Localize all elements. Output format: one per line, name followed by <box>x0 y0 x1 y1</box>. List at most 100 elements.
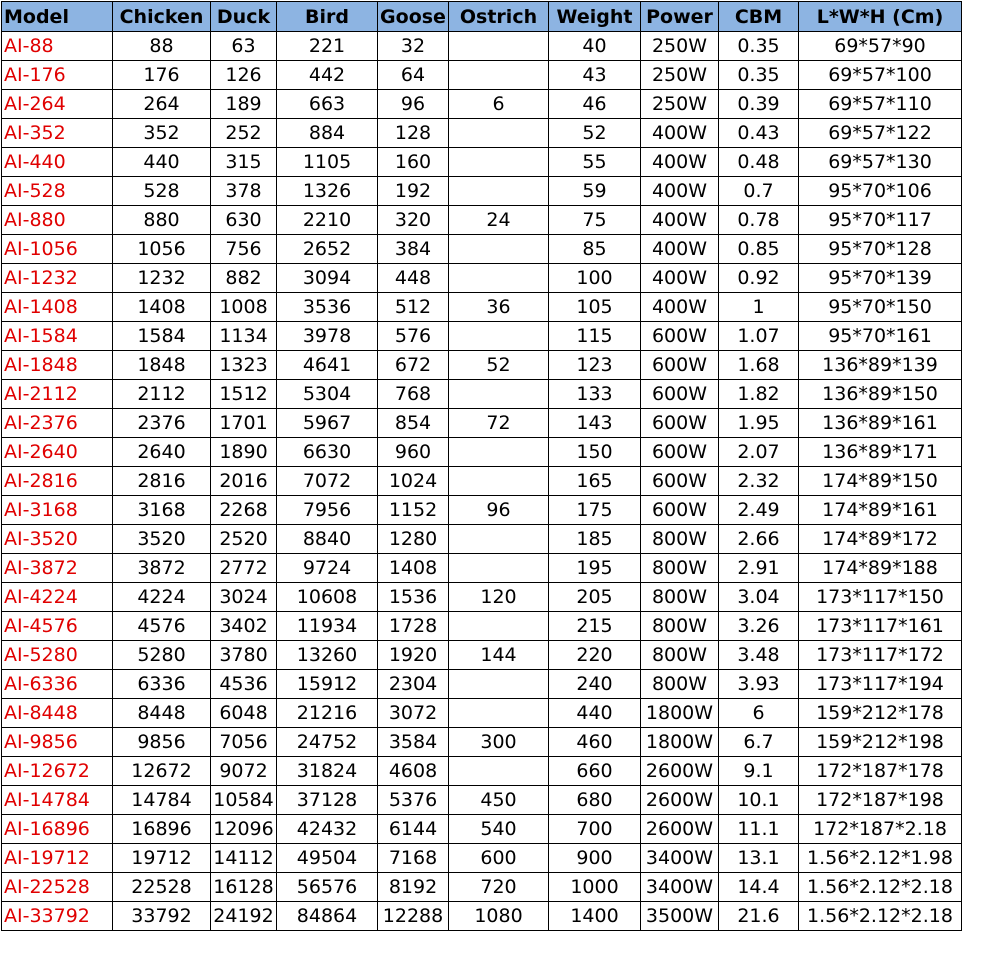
weight-cell: 40 <box>548 31 641 61</box>
cbm-cell: 0.78 <box>718 205 799 235</box>
table-row: AI-33792 33792 24192 84864 12288 1080 1400 3500… <box>1 901 962 931</box>
dimensions-cell: 95*70*150 <box>798 292 962 322</box>
duck-cell: 24192 <box>210 901 277 931</box>
goose-cell: 96 <box>377 89 449 119</box>
dimensions-cell: 172*187*178 <box>798 756 962 786</box>
chicken-cell: 8448 <box>112 698 211 728</box>
power-cell: 2600W <box>640 756 719 786</box>
header-row: Model Chicken Duck Bird Goose Ostrich We… <box>1 1 962 32</box>
duck-cell: 1134 <box>210 321 277 351</box>
table-row: AI-2112 2112 1512 5304 768 133 600W 1.82 136*89*… <box>1 379 962 409</box>
goose-cell: 1280 <box>377 524 449 554</box>
model-cell: AI-14784 <box>1 785 113 815</box>
duck-cell: 12096 <box>210 814 277 844</box>
bird-cell: 10608 <box>276 582 378 612</box>
ostrich-cell <box>448 234 549 264</box>
power-cell: 600W <box>640 466 719 496</box>
goose-cell: 384 <box>377 234 449 264</box>
bird-cell: 15912 <box>276 669 378 699</box>
table-row: AI-1584 1584 1134 3978 576 115 600W 1.07 95*70*1… <box>1 321 962 351</box>
goose-cell: 12288 <box>377 901 449 931</box>
table-row: AI-4224 4224 3024 10608 1536 120 205 800W 3.04 17… <box>1 582 962 612</box>
weight-cell: 165 <box>548 466 641 496</box>
dimensions-cell: 69*57*90 <box>798 31 962 61</box>
bird-cell: 42432 <box>276 814 378 844</box>
ostrich-cell: 24 <box>448 205 549 235</box>
goose-cell: 768 <box>377 379 449 409</box>
duck-cell: 7056 <box>210 727 277 757</box>
chicken-cell: 1408 <box>112 292 211 322</box>
table-row: AI-880 880 630 2210 320 24 75 400W 0.78 95*70*117 <box>1 205 962 235</box>
chicken-cell: 264 <box>112 89 211 119</box>
chicken-cell: 12672 <box>112 756 211 786</box>
table-row: AI-22528 22528 16128 56576 8192 720 1000 3400W 1… <box>1 872 962 902</box>
dimensions-cell: 159*212*178 <box>798 698 962 728</box>
dimensions-cell: 174*89*188 <box>798 553 962 583</box>
table-row: AI-14784 14784 10584 37128 5376 450 680 2600W 10… <box>1 785 962 815</box>
table-row: AI-176 176 126 442 64 43 250W 0.35 69*57*100 <box>1 60 962 90</box>
column-header-ostrich: Ostrich <box>448 1 549 32</box>
dimensions-cell: 69*57*100 <box>798 60 962 90</box>
ostrich-cell: 120 <box>448 582 549 612</box>
cbm-cell: 3.93 <box>718 669 799 699</box>
goose-cell: 5376 <box>377 785 449 815</box>
model-cell: AI-528 <box>1 176 113 206</box>
chicken-cell: 6336 <box>112 669 211 699</box>
ostrich-cell: 6 <box>448 89 549 119</box>
ostrich-cell <box>448 466 549 496</box>
dimensions-cell: 136*89*171 <box>798 437 962 467</box>
goose-cell: 160 <box>377 147 449 177</box>
bird-cell: 37128 <box>276 785 378 815</box>
table-row: AI-1848 1848 1323 4641 672 52 123 600W 1.68 136*8… <box>1 350 962 380</box>
power-cell: 800W <box>640 582 719 612</box>
table-row: AI-3872 3872 2772 9724 1408 195 800W 2.91 174*89… <box>1 553 962 583</box>
cbm-cell: 0.48 <box>718 147 799 177</box>
cbm-cell: 2.32 <box>718 466 799 496</box>
cbm-cell: 11.1 <box>718 814 799 844</box>
ostrich-cell: 540 <box>448 814 549 844</box>
model-cell: AI-6336 <box>1 669 113 699</box>
model-cell: AI-1848 <box>1 350 113 380</box>
goose-cell: 448 <box>377 263 449 293</box>
ostrich-cell: 144 <box>448 640 549 670</box>
duck-cell: 63 <box>210 31 277 61</box>
bird-cell: 11934 <box>276 611 378 641</box>
dimensions-cell: 69*57*122 <box>798 118 962 148</box>
bird-cell: 9724 <box>276 553 378 583</box>
power-cell: 600W <box>640 350 719 380</box>
model-cell: AI-12672 <box>1 756 113 786</box>
weight-cell: 143 <box>548 408 641 438</box>
chicken-cell: 2640 <box>112 437 211 467</box>
model-cell: AI-19712 <box>1 843 113 873</box>
dimensions-cell: 1.56*2.12*1.98 <box>798 843 962 873</box>
chicken-cell: 4576 <box>112 611 211 641</box>
power-cell: 600W <box>640 379 719 409</box>
table-row: AI-12672 12672 9072 31824 4608 660 2600W 9.1 172… <box>1 756 962 786</box>
duck-cell: 4536 <box>210 669 277 699</box>
model-cell: AI-4224 <box>1 582 113 612</box>
power-cell: 400W <box>640 292 719 322</box>
dimensions-cell: 172*187*198 <box>798 785 962 815</box>
table-row: AI-2816 2816 2016 7072 1024 165 600W 2.32 174*89… <box>1 466 962 496</box>
ostrich-cell <box>448 263 549 293</box>
model-cell: AI-33792 <box>1 901 113 931</box>
goose-cell: 1536 <box>377 582 449 612</box>
duck-cell: 1323 <box>210 350 277 380</box>
weight-cell: 220 <box>548 640 641 670</box>
power-cell: 800W <box>640 640 719 670</box>
column-header-duck: Duck <box>210 1 277 32</box>
model-cell: AI-2112 <box>1 379 113 409</box>
model-cell: AI-3520 <box>1 524 113 554</box>
column-header-goose: Goose <box>377 1 449 32</box>
power-cell: 2600W <box>640 785 719 815</box>
duck-cell: 882 <box>210 263 277 293</box>
table-row: AI-8448 8448 6048 21216 3072 440 1800W 6 159*212… <box>1 698 962 728</box>
table-row: AI-16896 16896 12096 42432 6144 540 700 2600W 11… <box>1 814 962 844</box>
power-cell: 600W <box>640 321 719 351</box>
bird-cell: 5304 <box>276 379 378 409</box>
power-cell: 250W <box>640 31 719 61</box>
bird-cell: 7072 <box>276 466 378 496</box>
goose-cell: 7168 <box>377 843 449 873</box>
dimensions-cell: 173*117*150 <box>798 582 962 612</box>
table-row: AI-1408 1408 1008 3536 512 36 105 400W 1 95*70*15… <box>1 292 962 322</box>
